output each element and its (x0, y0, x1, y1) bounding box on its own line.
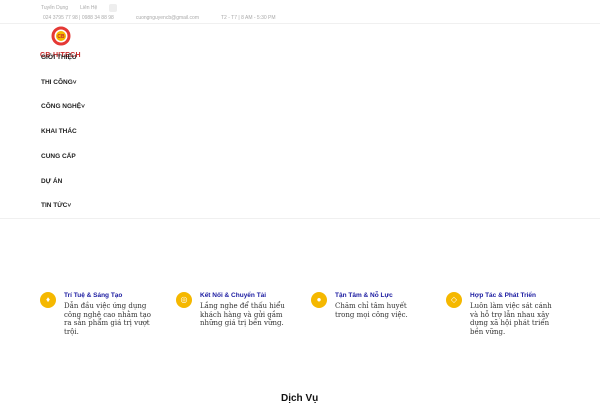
logo-mark-icon: CB (51, 26, 71, 46)
feature-item: ♦ Trí Tuệ & Sáng Tạo Dẫn đầu việc ứng dụ… (40, 292, 151, 336)
feature-title: Kết Nối & Chuyển Tải (200, 292, 267, 299)
nav-tin-tuc[interactable]: TIN TỨC˅ (41, 202, 71, 209)
nav-label: THI CÔNG (41, 79, 73, 86)
nav-label: CÔNG NGHỆ (41, 103, 82, 110)
nav-label: TIN TỨC (41, 202, 68, 209)
divider (0, 23, 600, 24)
feature-item: ◎ Kết Nối & Chuyển Tải Lắng nghe để thấu… (176, 292, 286, 328)
top-links: Tuyển Dụng Liên Hệ (41, 4, 118, 12)
recruitment-link[interactable]: Tuyển Dụng (41, 5, 68, 11)
svg-text:CB: CB (57, 34, 65, 40)
nav-gioi-thieu[interactable]: GIỚI THIỆU (41, 54, 77, 61)
email[interactable]: cuongnguyencb@gmail.com (136, 15, 199, 21)
feature-desc: Luôn làm việc sát cánh và hỗ trợ lẫn nha… (470, 302, 552, 336)
facebook-icon[interactable] (109, 4, 118, 12)
feature-desc: Dẫn đầu việc ứng dụng công nghệ cao nhằm… (64, 302, 152, 336)
person-icon: ● (311, 292, 327, 308)
chevron-down-icon: ˅ (72, 79, 77, 86)
divider (0, 218, 600, 219)
section-title: Dịch Vụ (281, 393, 319, 404)
phone: 024 3795 77 98 | 0988 34 88 98 (43, 15, 114, 21)
nav-du-an[interactable]: DỰ ÁN (41, 178, 62, 185)
feature-desc: Chăm chỉ tâm huyết trong mọi công việc. (335, 302, 408, 319)
lightbulb-icon: ♦ (40, 292, 56, 308)
handshake-icon: ◇ (446, 292, 462, 308)
feature-item: ◇ Hợp Tác & Phát Triển Luôn làm việc sát… (446, 292, 556, 336)
feature-item: ● Tận Tâm & Nỗ Lực Chăm chỉ tâm huyết tr… (311, 292, 421, 319)
chevron-down-icon: ˅ (81, 103, 85, 110)
nav-cung-cap[interactable]: CUNG CẤP (41, 153, 76, 160)
contact-link[interactable]: Liên Hệ (80, 5, 97, 11)
contact-bar: 024 3795 77 98 | 0988 34 88 98 cuongnguye… (43, 15, 298, 21)
chevron-down-icon: ˅ (67, 202, 72, 209)
feature-title: Tận Tâm & Nỗ Lực (335, 292, 393, 299)
feature-title: Hợp Tác & Phát Triển (470, 292, 537, 299)
nav-cong-nghe[interactable]: CÔNG NGHỆ˅ (41, 103, 85, 110)
feature-title: Trí Tuệ & Sáng Tạo (64, 292, 123, 299)
nav-thi-cong[interactable]: THI CÔNG˅ (41, 79, 77, 86)
connect-icon: ◎ (176, 292, 192, 308)
feature-desc: Lắng nghe để thấu hiểu khách hàng và gửi… (200, 302, 285, 327)
nav-khai-thac[interactable]: KHAI THÁC (41, 128, 77, 135)
hours: T2 - T7 | 8 AM - 5:30 PM (220, 15, 276, 21)
